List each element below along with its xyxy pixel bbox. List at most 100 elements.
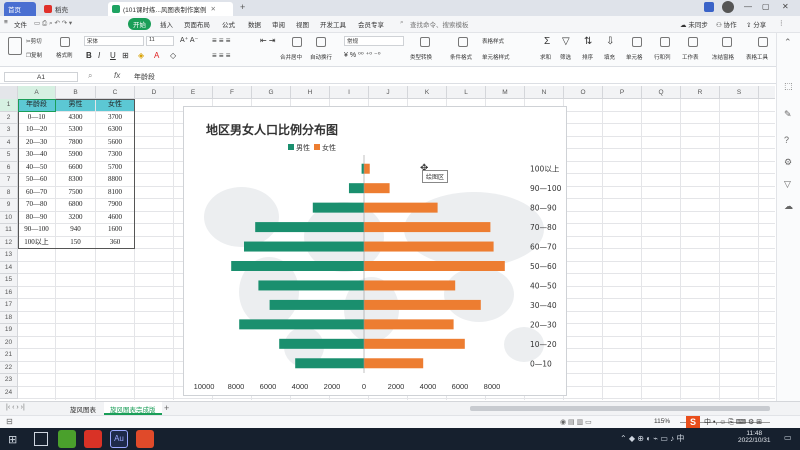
- close-icon[interactable]: ✕: [210, 5, 215, 13]
- settings-icon[interactable]: ⚙: [784, 157, 792, 168]
- maximize-icon[interactable]: ▢: [762, 2, 770, 11]
- column-header-A[interactable]: A: [18, 86, 56, 99]
- column-header-J[interactable]: J: [369, 86, 408, 99]
- cut-button[interactable]: ✂剪切: [26, 37, 42, 45]
- sync-button[interactable]: ☁ 未同步: [680, 19, 708, 29]
- row-header-19[interactable]: 19: [0, 324, 18, 337]
- column-header-R[interactable]: R: [681, 86, 720, 99]
- command-search-input[interactable]: 查找命令、搜索模板: [410, 19, 469, 29]
- row-header-12[interactable]: 12: [0, 236, 18, 249]
- column-header-E[interactable]: E: [174, 86, 213, 99]
- start-icon[interactable]: ⊞: [8, 433, 17, 446]
- tab-docer[interactable]: 稻壳: [40, 2, 100, 16]
- column-header-K[interactable]: K: [408, 86, 447, 99]
- notification-icon[interactable]: ▭: [784, 433, 792, 442]
- sum-button[interactable]: 求和: [540, 53, 551, 61]
- percent-icon[interactable]: ¥ % ⁰⁰ ⁺⁰ ⁻⁰: [344, 51, 381, 59]
- cond-format-button[interactable]: 条件格式: [450, 53, 472, 61]
- chart-area[interactable]: 0—10 10—20 20—30 30—40 40—50 50—60 60—70 70—80 8…: [183, 106, 567, 396]
- zoom-icon[interactable]: ⌕: [88, 71, 92, 81]
- row-header-17[interactable]: 17: [0, 299, 18, 312]
- menu-formula[interactable]: 公式: [222, 19, 235, 29]
- underline-icon[interactable]: U: [110, 51, 116, 60]
- wrap-button[interactable]: 自动换行: [310, 53, 332, 61]
- menu-file[interactable]: 文件: [14, 19, 27, 29]
- row-header-1[interactable]: 1: [0, 99, 18, 112]
- row-header-23[interactable]: 23: [0, 374, 18, 387]
- more-icon[interactable]: ⋮: [778, 19, 785, 27]
- font-select[interactable]: 宋体: [84, 36, 144, 46]
- sheet-tab-2[interactable]: 旋风图表完成版: [104, 402, 162, 415]
- row-header-22[interactable]: 22: [0, 361, 18, 374]
- column-header-M[interactable]: M: [486, 86, 525, 99]
- minimize-icon[interactable]: —: [744, 2, 752, 11]
- sheet-button[interactable]: 工作表: [682, 53, 699, 61]
- filter-panel-icon[interactable]: ▽: [784, 179, 791, 190]
- number-format-select[interactable]: 常规: [344, 36, 404, 46]
- row-header-4[interactable]: 4: [0, 136, 18, 149]
- row-header-3[interactable]: 3: [0, 124, 18, 137]
- column-header-D[interactable]: D: [135, 86, 174, 99]
- row-header-15[interactable]: 15: [0, 274, 18, 287]
- italic-icon[interactable]: I: [98, 51, 100, 60]
- row-header-20[interactable]: 20: [0, 336, 18, 349]
- row-header-7[interactable]: 7: [0, 174, 18, 187]
- filter-button[interactable]: 筛选: [560, 53, 571, 61]
- function-icon[interactable]: fx: [114, 71, 120, 80]
- row-header-9[interactable]: 9: [0, 199, 18, 212]
- select-all-corner[interactable]: [0, 86, 18, 99]
- hamburger-icon[interactable]: ≡: [4, 19, 8, 26]
- style-icon[interactable]: ✎: [784, 109, 792, 120]
- column-header-O[interactable]: O: [564, 86, 603, 99]
- column-header-Q[interactable]: Q: [642, 86, 681, 99]
- task-view-icon[interactable]: [34, 432, 48, 446]
- cell-button[interactable]: 单元格: [626, 53, 643, 61]
- quick-access-icons[interactable]: ▭ ⎙ ⌕ ↶ ↷ ▾: [34, 19, 72, 28]
- column-header-F[interactable]: F: [213, 86, 252, 99]
- format-painter-button[interactable]: 格式刷: [56, 51, 73, 59]
- window-close-icon[interactable]: ✕: [782, 2, 789, 11]
- column-header-C[interactable]: C: [96, 86, 135, 99]
- window-icon[interactable]: [704, 2, 714, 12]
- tab-file[interactable]: (101课时练...风图表制作案例 ✕: [108, 2, 233, 16]
- new-tab-icon[interactable]: +: [240, 2, 245, 12]
- column-header-H[interactable]: H: [291, 86, 330, 99]
- align-left-icon[interactable]: ≡ ≡ ≡: [212, 51, 230, 60]
- column-header-I[interactable]: I: [330, 86, 369, 99]
- view-mode-icons[interactable]: ◉ ▤ ▥ ▭: [560, 418, 592, 426]
- row-header-16[interactable]: 16: [0, 286, 18, 299]
- sheet-nav-icon[interactable]: |‹ ‹ › ›|: [6, 404, 25, 411]
- formula-input[interactable]: 年龄段: [134, 72, 155, 82]
- font-grow-icon[interactable]: A⁺ A⁻: [180, 36, 198, 44]
- column-header-B[interactable]: B: [56, 86, 96, 99]
- zoom-level[interactable]: 115%: [654, 418, 670, 425]
- column-header-P[interactable]: P: [603, 86, 642, 99]
- copy-button[interactable]: ❐复制: [26, 51, 42, 59]
- row-header-18[interactable]: 18: [0, 311, 18, 324]
- rowcol-button[interactable]: 行和列: [654, 53, 671, 61]
- type-convert-button[interactable]: 类型转换: [410, 53, 432, 61]
- menu-layout[interactable]: 页面布局: [184, 19, 210, 29]
- row-header-6[interactable]: 6: [0, 161, 18, 174]
- sidebar-toggle-icon[interactable]: ⌃: [784, 37, 792, 48]
- avatar[interactable]: [722, 1, 734, 13]
- menu-dev[interactable]: 开发工具: [320, 19, 346, 29]
- tray-icons[interactable]: ⌃ ◆ ⊕ ◐ ⌁ ▭ ♪ 中: [620, 433, 684, 444]
- row-header-24[interactable]: 24: [0, 386, 18, 399]
- sheet-tab-1[interactable]: 旋风图表: [64, 402, 102, 415]
- paste-icon[interactable]: [8, 37, 22, 55]
- bold-icon[interactable]: B: [86, 51, 92, 60]
- cloud-panel-icon[interactable]: ☁: [784, 201, 793, 212]
- clear-icon[interactable]: ◇: [170, 51, 176, 60]
- select-icon[interactable]: ⬚: [784, 81, 793, 92]
- clock[interactable]: 11:48 2022/10/31: [738, 430, 771, 444]
- column-header-N[interactable]: N: [525, 86, 564, 99]
- table-tool-button[interactable]: 表格工具: [746, 53, 768, 61]
- taskbar-app-2-icon[interactable]: [84, 430, 102, 448]
- row-header-10[interactable]: 10: [0, 211, 18, 224]
- align-top-icon[interactable]: ≡ ≡ ≡: [212, 36, 230, 45]
- indent-icon[interactable]: ⇤ ⇥: [260, 36, 276, 45]
- row-header-14[interactable]: 14: [0, 261, 18, 274]
- column-header-L[interactable]: L: [447, 86, 486, 99]
- merge-button[interactable]: 合并居中: [280, 53, 302, 61]
